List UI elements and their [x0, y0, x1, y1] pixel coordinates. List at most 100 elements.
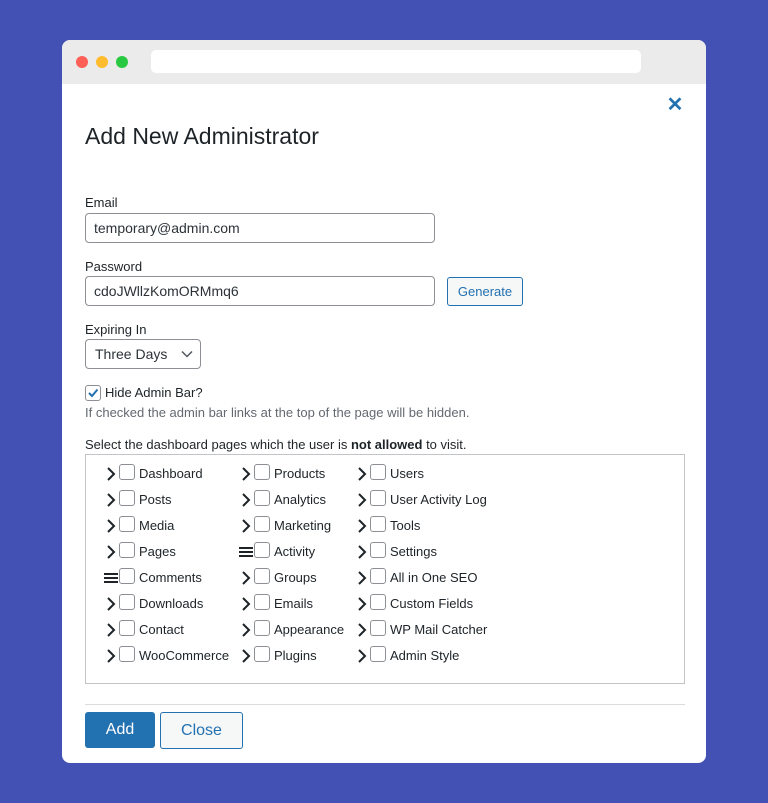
- window-titlebar: [62, 40, 706, 84]
- checkmark-icon: [88, 388, 99, 398]
- page-label: Users: [390, 466, 424, 481]
- page-label: Emails: [274, 596, 314, 611]
- hide-admin-bar-checkbox[interactable]: [85, 385, 101, 401]
- chevron-right-icon[interactable]: [354, 492, 370, 508]
- page-label: Analytics: [274, 492, 327, 507]
- page-checkbox[interactable]: [119, 620, 135, 636]
- pages-instruction-start: Select the dashboard pages which the use…: [85, 437, 351, 452]
- page-checkbox[interactable]: [119, 516, 135, 532]
- chevron-right-icon[interactable]: [354, 596, 370, 612]
- chevron-right-icon[interactable]: [354, 466, 370, 482]
- chevron-down-icon: [181, 350, 193, 358]
- page-label: Activity: [274, 544, 316, 559]
- chevron-right-icon[interactable]: [238, 518, 254, 534]
- chevron-right-icon[interactable]: [354, 648, 370, 664]
- page-checkbox[interactable]: [370, 464, 386, 480]
- chevron-right-icon[interactable]: [354, 570, 370, 586]
- chevron-right-icon[interactable]: [103, 492, 119, 508]
- page-checkbox[interactable]: [370, 490, 386, 506]
- page-label: WP Mail Catcher: [390, 622, 488, 637]
- hide-admin-bar-help: If checked the admin bar links at the to…: [85, 405, 470, 420]
- close-icon[interactable]: ✕: [666, 95, 684, 115]
- close-button[interactable]: Close: [160, 712, 243, 749]
- page-label: Settings: [390, 544, 437, 559]
- page-checkbox[interactable]: [254, 542, 270, 558]
- footer-divider: [85, 704, 685, 705]
- generate-button[interactable]: Generate: [447, 277, 523, 306]
- page-label: Plugins: [274, 648, 317, 663]
- password-field[interactable]: [85, 276, 435, 306]
- page-label: Admin Style: [390, 648, 460, 663]
- page-checkbox[interactable]: [370, 568, 386, 584]
- chevron-right-icon[interactable]: [103, 466, 119, 482]
- page-checkbox[interactable]: [370, 594, 386, 610]
- page-checkbox[interactable]: [254, 620, 270, 636]
- expiring-label: Expiring In: [85, 322, 147, 337]
- page-label: Posts: [139, 492, 172, 507]
- chevron-right-icon[interactable]: [238, 648, 254, 664]
- chevron-right-icon[interactable]: [103, 518, 119, 534]
- window-maximize-dot[interactable]: [116, 56, 128, 68]
- page-checkbox[interactable]: [254, 568, 270, 584]
- page-label: Downloads: [139, 596, 204, 611]
- chevron-right-icon[interactable]: [103, 544, 119, 560]
- expiring-select[interactable]: Three Days: [85, 339, 201, 369]
- expiring-select-value: Three Days: [95, 346, 168, 362]
- window-close-dot[interactable]: [76, 56, 88, 68]
- pages-instruction-bold: not allowed: [350, 437, 423, 452]
- chevron-right-icon[interactable]: [354, 544, 370, 560]
- chevron-right-icon[interactable]: [354, 518, 370, 534]
- chevron-right-icon[interactable]: [238, 596, 254, 612]
- page-checkbox[interactable]: [119, 542, 135, 558]
- page-checkbox[interactable]: [254, 490, 270, 506]
- page-checkbox[interactable]: [254, 594, 270, 610]
- page-label: WooCommerce: [139, 648, 230, 663]
- page-label: Dashboard: [139, 466, 203, 481]
- page-label: All in One SEO: [390, 570, 478, 585]
- address-bar[interactable]: [151, 50, 641, 73]
- page-label: Pages: [139, 544, 176, 559]
- pages-instruction-end: to visit.: [422, 437, 467, 452]
- chevron-right-icon[interactable]: [103, 648, 119, 664]
- page-label: User Activity Log: [390, 492, 487, 507]
- page-checkbox[interactable]: [370, 542, 386, 558]
- menu-lines-icon[interactable]: [103, 570, 119, 586]
- chevron-right-icon[interactable]: [354, 622, 370, 638]
- page-label: Media: [139, 518, 175, 533]
- chevron-right-icon[interactable]: [238, 570, 254, 586]
- page-label: Groups: [274, 570, 317, 585]
- chevron-right-icon[interactable]: [103, 622, 119, 638]
- page-checkbox[interactable]: [254, 516, 270, 532]
- pages-instruction: Select the dashboard pages which the use…: [85, 437, 467, 452]
- hide-admin-bar-label: Hide Admin Bar?: [105, 385, 203, 400]
- page-label: Appearance: [274, 622, 345, 637]
- page-label: Marketing: [274, 518, 332, 533]
- add-button[interactable]: Add: [85, 712, 155, 748]
- chevron-right-icon[interactable]: [238, 622, 254, 638]
- page-checkbox[interactable]: [254, 464, 270, 480]
- page-checkbox[interactable]: [119, 646, 135, 662]
- dialog-window: ✕ Add New Administrator Email Password G…: [62, 40, 706, 763]
- chevron-right-icon[interactable]: [103, 596, 119, 612]
- page-checkbox[interactable]: [370, 646, 386, 662]
- dialog-title: Add New Administrator: [85, 123, 319, 149]
- page-checkbox[interactable]: [119, 464, 135, 480]
- window-minimize-dot[interactable]: [96, 56, 108, 68]
- page-label: Products: [274, 466, 326, 481]
- pages-list: Dashboard Posts Media Pages Comments Download…: [85, 454, 685, 684]
- page-checkbox[interactable]: [370, 620, 386, 636]
- email-field[interactable]: [85, 213, 435, 243]
- page-checkbox[interactable]: [254, 646, 270, 662]
- page-label: Comments: [139, 570, 202, 585]
- page-checkbox[interactable]: [370, 516, 386, 532]
- chevron-right-icon[interactable]: [238, 466, 254, 482]
- page-label: Contact: [139, 622, 184, 637]
- password-label: Password: [85, 259, 143, 274]
- page-checkbox[interactable]: [119, 490, 135, 506]
- email-label: Email: [85, 195, 118, 210]
- page-checkbox[interactable]: [119, 568, 135, 584]
- chevron-right-icon[interactable]: [238, 492, 254, 508]
- menu-lines-icon[interactable]: [238, 544, 254, 560]
- page-label: Tools: [390, 518, 421, 533]
- page-checkbox[interactable]: [119, 594, 135, 610]
